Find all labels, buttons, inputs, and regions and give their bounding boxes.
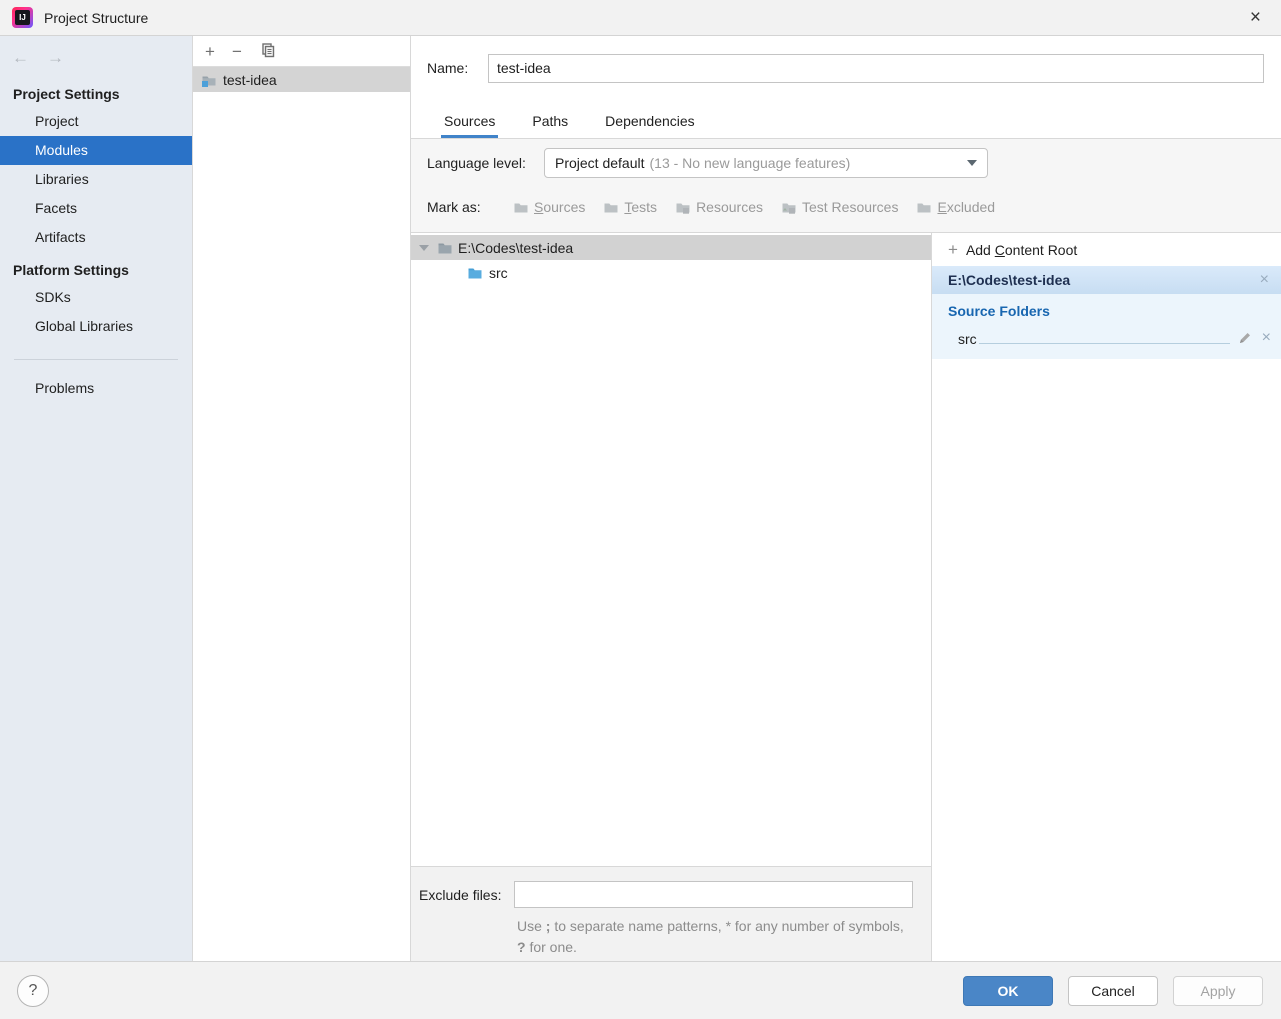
settings-sidebar: ←→ Project Settings Project Modules Libr…: [0, 36, 193, 961]
help-button[interactable]: ?: [17, 975, 49, 1007]
window-title: Project Structure: [44, 10, 148, 26]
edit-pencil-icon[interactable]: [1238, 331, 1252, 345]
tree-root-label: E:\Codes\test-idea: [458, 240, 573, 256]
remove-module-icon[interactable]: −: [232, 43, 242, 60]
content-root-folder-icon: [437, 240, 453, 256]
source-folders-section: Source Folders src ×: [932, 294, 1281, 359]
test-resources-folder-icon: [781, 199, 797, 215]
module-name-input[interactable]: [488, 54, 1264, 83]
remove-content-root-icon[interactable]: ×: [1260, 271, 1269, 289]
expander-icon[interactable]: [419, 245, 429, 251]
copy-module-icon[interactable]: [259, 42, 275, 61]
question-mark-icon: ?: [29, 982, 38, 1000]
chevron-down-icon: [967, 160, 977, 166]
content-root-path: E:\Codes\test-idea: [948, 272, 1070, 288]
source-folders-title: Source Folders: [932, 294, 1281, 325]
tree-src-label: src: [489, 265, 508, 281]
module-icon: [201, 72, 217, 88]
forward-arrow-icon[interactable]: →: [47, 48, 82, 67]
remove-source-folder-icon[interactable]: ×: [1262, 329, 1271, 347]
language-level-value: Project default: [555, 155, 645, 171]
mark-excluded-button[interactable]: Excluded: [916, 199, 995, 215]
name-label: Name:: [427, 60, 488, 76]
exclude-files-input[interactable]: [514, 881, 913, 908]
resources-folder-icon: [675, 199, 691, 215]
source-folder-icon: [467, 265, 483, 281]
tree-row-content-root[interactable]: E:\Codes\test-idea: [411, 235, 931, 260]
mark-tests-button[interactable]: Tests: [603, 199, 657, 215]
module-list-panel: + − test-idea: [193, 36, 411, 961]
dialog-footer: ? OK Cancel Apply: [0, 961, 1281, 1019]
module-name: test-idea: [223, 72, 277, 88]
exclude-files-hint: Use ; to separate name patterns, * for a…: [517, 916, 915, 958]
name-row: Name:: [411, 36, 1281, 100]
plus-icon: +: [948, 240, 958, 260]
tab-paths[interactable]: Paths: [529, 113, 571, 138]
source-folder-name: src: [958, 331, 977, 347]
language-level-label: Language level:: [427, 155, 544, 171]
close-icon[interactable]: ×: [1242, 7, 1269, 29]
back-arrow-icon[interactable]: ←: [12, 48, 47, 67]
leader-line: [979, 343, 1230, 344]
sidebar-item-artifacts[interactable]: Artifacts: [0, 223, 192, 252]
sidebar-divider: [14, 359, 178, 360]
intellij-logo-icon: IJ: [12, 7, 33, 28]
mark-sources-button[interactable]: Sources: [513, 199, 585, 215]
cancel-button[interactable]: Cancel: [1068, 976, 1158, 1006]
module-toolbar: + −: [193, 36, 410, 67]
module-list-item[interactable]: test-idea: [193, 67, 410, 92]
add-content-root-button[interactable]: + Add Content Root: [932, 233, 1281, 266]
sidebar-item-modules[interactable]: Modules: [0, 136, 192, 165]
sidebar-item-project[interactable]: Project: [0, 107, 192, 136]
content-root-tree: E:\Codes\test-idea src: [411, 233, 931, 866]
exclude-files-label: Exclude files:: [411, 887, 514, 903]
sources-options: Language level: Project default (13 - No…: [411, 139, 1281, 232]
tab-sources[interactable]: Sources: [441, 113, 498, 138]
tests-folder-icon: [603, 199, 619, 215]
language-level-hint: (13 - No new language features): [650, 155, 851, 171]
content-root-header[interactable]: E:\Codes\test-idea ×: [932, 266, 1281, 294]
sidebar-item-global-libraries[interactable]: Global Libraries: [0, 312, 192, 341]
language-level-select[interactable]: Project default (13 - No new language fe…: [544, 148, 988, 178]
group-platform-settings: Platform Settings: [0, 252, 192, 283]
content-roots-panel: + Add Content Root E:\Codes\test-idea × …: [932, 233, 1281, 961]
sidebar-item-problems[interactable]: Problems: [0, 374, 192, 403]
sidebar-item-facets[interactable]: Facets: [0, 194, 192, 223]
mark-as-label: Mark as:: [427, 199, 511, 215]
exclude-files-section: Exclude files: Use ; to separate name pa…: [411, 866, 931, 961]
module-tabs: Sources Paths Dependencies: [411, 100, 1281, 139]
title-bar: IJ Project Structure ×: [0, 0, 1281, 36]
source-folder-row[interactable]: src ×: [932, 325, 1281, 347]
excluded-folder-icon: [916, 199, 932, 215]
group-project-settings: Project Settings: [0, 76, 192, 107]
ok-button[interactable]: OK: [963, 976, 1053, 1006]
sources-folder-icon: [513, 199, 529, 215]
apply-button[interactable]: Apply: [1173, 976, 1263, 1006]
add-module-icon[interactable]: +: [205, 43, 215, 60]
sidebar-item-sdks[interactable]: SDKs: [0, 283, 192, 312]
mark-test-resources-button[interactable]: Test Resources: [781, 199, 898, 215]
tab-dependencies[interactable]: Dependencies: [602, 113, 698, 138]
sidebar-item-libraries[interactable]: Libraries: [0, 165, 192, 194]
module-editor: Name: Sources Paths Dependencies Languag…: [411, 36, 1281, 961]
mark-resources-button[interactable]: Resources: [675, 199, 763, 215]
tree-row-src[interactable]: src: [411, 260, 931, 286]
